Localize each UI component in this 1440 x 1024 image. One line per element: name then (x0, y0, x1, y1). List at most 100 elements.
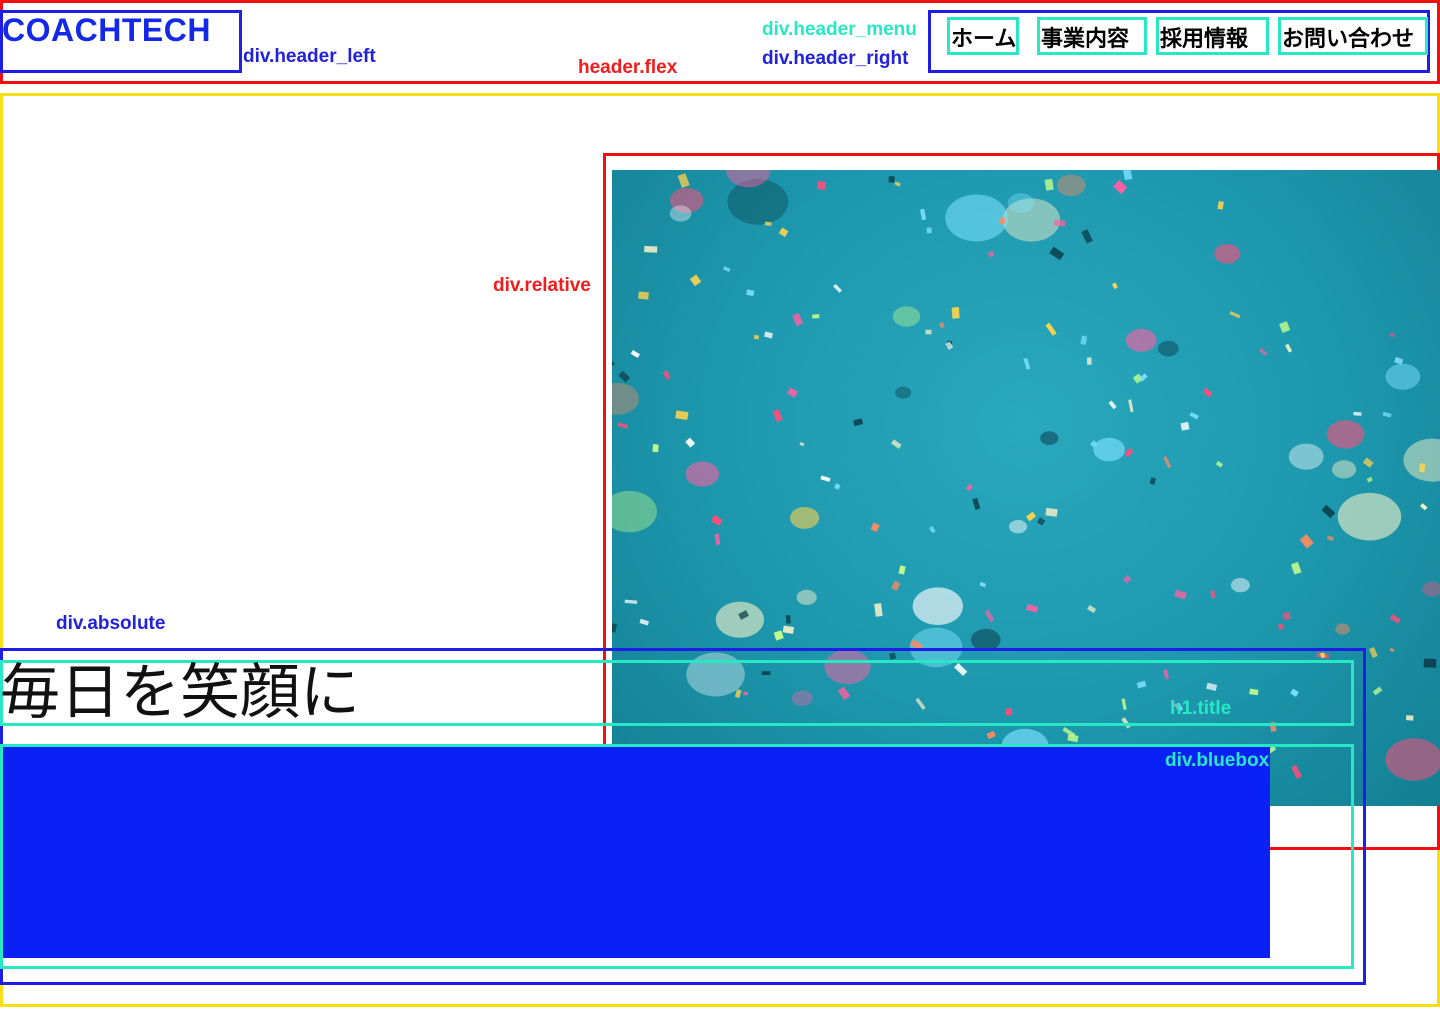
confetti-piece (1128, 399, 1134, 413)
confetti-piece (1372, 686, 1383, 696)
confetti-piece (1111, 282, 1118, 290)
confetti-blob (1422, 581, 1440, 597)
confetti-blob (1230, 578, 1250, 593)
confetti-blob (1157, 340, 1179, 357)
label-header-menu: div.header_menu (762, 19, 917, 40)
confetti-piece (1113, 180, 1128, 194)
confetti-piece (1025, 604, 1039, 613)
confetti-piece (984, 609, 995, 623)
confetti-piece (1326, 535, 1335, 542)
confetti-piece (999, 217, 1006, 225)
nav-contact[interactable]: お問い合わせ (1278, 17, 1428, 55)
confetti-piece (1174, 589, 1188, 600)
confetti-piece (644, 245, 658, 253)
confetti-piece (773, 630, 784, 641)
confetti-piece (689, 274, 702, 287)
confetti-piece (638, 291, 649, 300)
confetti-piece (972, 497, 981, 510)
confetti-piece (685, 437, 696, 448)
confetti-piece (1122, 170, 1133, 181)
confetti-piece (951, 307, 960, 319)
confetti-piece (1080, 335, 1088, 345)
confetti-piece (1279, 321, 1291, 333)
confetti-piece (926, 227, 932, 234)
confetti-blob (1385, 363, 1421, 390)
confetti-piece (891, 580, 901, 592)
confetti-piece (677, 173, 690, 188)
confetti-piece (812, 314, 820, 319)
confetti-piece (898, 565, 906, 575)
confetti-piece (920, 208, 927, 221)
confetti-piece (987, 250, 995, 258)
confetti-piece (1045, 507, 1058, 517)
confetti-piece (870, 522, 880, 533)
confetti-piece (618, 370, 631, 383)
confetti-piece (612, 355, 616, 367)
bluebox-outline (0, 744, 1354, 969)
confetti-piece (722, 266, 731, 272)
nav-business[interactable]: 事業内容 (1037, 17, 1147, 55)
confetti-piece (938, 321, 945, 329)
confetti-piece (662, 370, 671, 380)
confetti-piece (1366, 476, 1373, 483)
confetti-piece (1389, 614, 1401, 624)
confetti-piece (833, 283, 843, 293)
confetti-piece (1420, 503, 1428, 511)
confetti-blob (612, 382, 640, 415)
confetti-piece (753, 334, 760, 340)
confetti-piece (1217, 200, 1224, 210)
confetti-blob (1040, 431, 1059, 445)
confetti-piece (928, 525, 936, 534)
confetti-piece (874, 603, 883, 617)
confetti-piece (639, 618, 650, 626)
confetti-piece (1362, 457, 1374, 468)
confetti-blob (945, 194, 1008, 242)
nav-home[interactable]: ホーム (947, 17, 1019, 55)
confetti-piece (652, 444, 659, 453)
confetti-piece (1122, 574, 1132, 584)
confetti-blob (1385, 738, 1440, 781)
confetti-blob (1009, 519, 1028, 534)
confetti-piece (710, 514, 723, 526)
confetti-piece (1278, 623, 1284, 630)
confetti-blob (1125, 328, 1157, 352)
confetti-blob (1403, 438, 1440, 482)
confetti-blob (1214, 244, 1241, 264)
confetti-piece (1108, 400, 1117, 410)
confetti-piece (1282, 611, 1292, 621)
confetti-piece (1423, 658, 1437, 668)
confetti-blob (669, 205, 692, 222)
confetti-piece (965, 483, 973, 492)
confetti-piece (785, 614, 791, 624)
confetti-piece (1321, 504, 1336, 519)
confetti-piece (764, 221, 772, 226)
confetti-piece (1023, 357, 1031, 370)
confetti-piece (1086, 357, 1092, 365)
confetti-piece (799, 441, 805, 447)
confetti-blob (1326, 420, 1365, 449)
confetti-piece (1389, 647, 1395, 653)
confetti-piece (1054, 219, 1066, 227)
confetti-piece (1087, 605, 1097, 614)
confetti-blob (612, 490, 657, 533)
confetti-piece (820, 475, 831, 482)
confetti-piece (1353, 411, 1362, 416)
confetti-blob (912, 587, 964, 626)
confetti-piece (787, 387, 798, 398)
confetti-piece (1026, 511, 1036, 522)
confetti-piece (1045, 322, 1057, 336)
confetti-blob (727, 179, 789, 225)
confetti-piece (1369, 646, 1378, 659)
label-header-left: div.header_left (243, 46, 376, 67)
confetti-piece (1215, 460, 1224, 468)
confetti-piece (1149, 477, 1157, 485)
nav-recruit[interactable]: 採用情報 (1156, 17, 1269, 55)
confetti-piece (1382, 411, 1392, 418)
confetti-blob (715, 601, 765, 638)
confetti-piece (853, 418, 864, 427)
confetti-piece (675, 410, 689, 420)
confetti-piece (816, 180, 827, 191)
confetti-piece (1124, 448, 1134, 458)
site-logo[interactable]: COACHTECH (2, 12, 211, 49)
confetti-piece (1285, 343, 1293, 353)
